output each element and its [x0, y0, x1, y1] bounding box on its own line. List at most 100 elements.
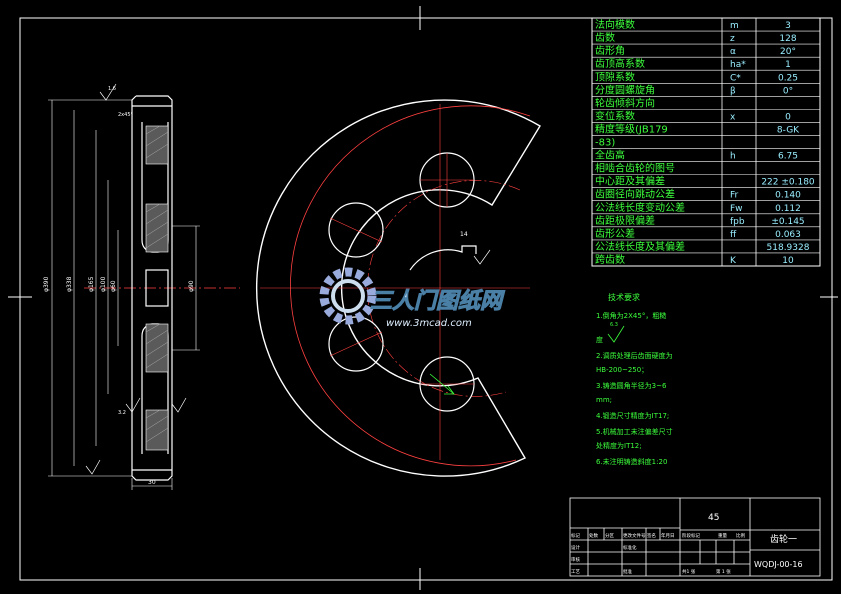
tech-roughness-value: 6.3: [610, 322, 618, 328]
param-name: 齿形角: [595, 45, 625, 57]
gear-section-view: φ390 φ338 φ165 φ100 φ60 φ90 30 2x45° 1.6…: [43, 83, 240, 490]
dim-chamfer: 2x45°: [118, 112, 134, 118]
param-symbol: ha*: [730, 60, 746, 70]
gear-logo-icon: [319, 267, 377, 325]
roughness-value-2: 3.2: [118, 410, 126, 416]
param-name: 齿形公差: [595, 227, 635, 240]
param-symbol: ff: [730, 230, 737, 240]
tech-line-4: HB-200~250；: [596, 366, 648, 374]
craft-label: 工艺: [571, 569, 580, 575]
tech-roughness-symbol: [607, 325, 625, 343]
param-symbol: C*: [730, 73, 741, 83]
part-name: 齿轮一: [770, 533, 797, 545]
param-name: 法向模数: [595, 18, 635, 31]
param-name: 顶隙系数: [595, 70, 635, 83]
param-name: 公法线长度及其偏差: [595, 240, 685, 253]
watermark-brand: 三人门图纸网: [370, 288, 505, 314]
param-name: 跨齿数: [595, 253, 625, 266]
approve-label: 批准: [623, 568, 632, 575]
dim-keyway: 14: [460, 231, 468, 238]
param-value: 20°: [780, 47, 796, 57]
param-value: 0.25: [778, 73, 798, 83]
rev-header-2: 处数: [589, 532, 598, 539]
param-value: 3: [785, 21, 791, 31]
param-symbol: x: [730, 112, 736, 122]
dim-hub: φ90: [188, 280, 195, 292]
param-value: 0°: [783, 86, 793, 96]
param-symbol: β: [730, 86, 736, 96]
param-value: 518.9328: [767, 243, 810, 253]
rev-header-5: 签名: [647, 532, 656, 539]
param-name: 变位系数: [595, 109, 635, 122]
technical-requirements: 技术要求 1.倒角为2X45°，粗糙 度 6.3 2.调质处理后齿面硬度为 HB…: [596, 292, 673, 466]
param-name: 齿距极限偏差: [595, 214, 655, 227]
dim-d2: φ338: [66, 276, 73, 292]
cad-drawing-sheet: φ390 φ338 φ165 φ100 φ60 φ90 30 2x45° 1.6…: [8, 6, 838, 590]
dim-od: φ390: [43, 276, 50, 292]
param-symbol: K: [730, 256, 737, 266]
param-symbol: fpb: [730, 217, 745, 227]
tech-line-6: mm;: [596, 396, 612, 404]
param-symbol: α: [730, 47, 736, 57]
param-symbol: Fr: [730, 191, 739, 201]
roughness-value-1: 1.6: [108, 86, 116, 92]
tech-line-9: 处精度为IT12;: [596, 441, 642, 450]
watermark-url: www.3mcad.com: [386, 318, 472, 329]
tech-line-7: 4.锻造尺寸精度为IT17;: [596, 411, 669, 420]
rev-header-4: 更改文件号: [623, 532, 646, 539]
tech-line-8: 5.机械加工未注偏差尺寸: [596, 427, 673, 436]
rev-header-3: 分区: [605, 532, 614, 539]
tech-line-5: 3.铸造圆角半径为3~6: [596, 381, 667, 390]
standardizer-label: 标准化: [623, 544, 637, 551]
param-symbol: m: [730, 21, 739, 31]
weight-label: 重量: [718, 532, 727, 539]
param-name: 公法线长度变动公差: [595, 201, 685, 214]
param-name: 齿圈径向跳动公差: [595, 188, 675, 201]
rev-header-1: 标记: [571, 532, 580, 539]
param-value: 6.75: [778, 152, 798, 162]
pitch-circle: [290, 105, 531, 467]
param-name: -83): [595, 138, 615, 149]
param-name: 中心距及其偏差: [595, 175, 665, 188]
gear-parameter-table: 法向模数 m 3 齿数 z 128 齿形角 α 20° 齿顶高系数 ha* 1 顶隙系数 C* 0.25 分度…: [591, 17, 821, 267]
tech-line-10: 6.未注明铸造斜度1:20: [596, 457, 667, 466]
param-value: 0.112: [775, 204, 801, 214]
param-name: 分度圆螺旋角: [595, 83, 655, 96]
param-value: 0: [785, 112, 791, 122]
review-label: 审核: [571, 556, 580, 563]
param-symbol: Fw: [730, 204, 743, 214]
dim-width: 30: [148, 479, 156, 486]
rev-header-6: 年月日: [661, 532, 675, 539]
param-value: 128: [779, 34, 796, 44]
tech-line-3: 2.调质处理后齿面硬度为: [596, 351, 673, 360]
param-value: 10: [782, 256, 794, 266]
tech-line-1: 1.倒角为2X45°，粗糙: [596, 311, 666, 320]
param-symbol: z: [730, 34, 735, 44]
param-name: 相啮合齿轮的图号: [595, 162, 675, 175]
designer-label: 设计: [571, 544, 580, 551]
drawing-number: WQDJ-00-16: [754, 560, 803, 569]
param-symbol: h: [730, 152, 736, 162]
dim-d3: φ165: [88, 276, 95, 292]
dim-d4: φ100: [100, 276, 107, 292]
hub-bore: [409, 245, 477, 271]
param-name: 轮齿倾斜方向: [595, 96, 655, 109]
param-value: 1: [785, 60, 791, 70]
param-value: 0.063: [775, 230, 801, 240]
tech-line-2: 度: [596, 335, 603, 344]
param-name: 齿顶高系数: [595, 57, 645, 70]
tech-title: 技术要求: [608, 292, 640, 302]
ratio-label: 比例: [736, 532, 745, 539]
material-label: 45: [708, 513, 719, 523]
param-name: 精度等级(JB179: [595, 122, 668, 135]
param-value: 8-GK: [777, 125, 800, 135]
param-name: 齿数: [595, 31, 615, 44]
watermark: 三人门图纸网 www.3mcad.com: [319, 267, 506, 329]
param-value: 222 ±0.180: [761, 178, 815, 188]
dim-d5: φ60: [110, 280, 117, 292]
sheet-no: 第 1 张: [716, 568, 731, 575]
stage-mark-label: 阶段标记: [682, 532, 700, 539]
param-name: 全齿高: [595, 149, 625, 162]
param-value: ±0.145: [771, 217, 804, 227]
sheet-total: 共1 张: [682, 568, 696, 575]
